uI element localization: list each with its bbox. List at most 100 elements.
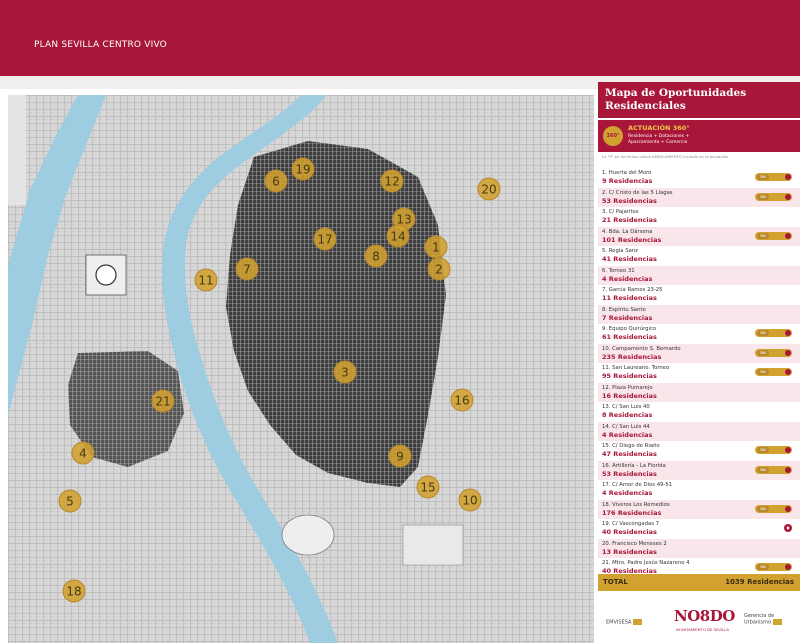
- 360-badge-label: 360: [757, 349, 769, 356]
- city-map[interactable]: 1 2 3 4 5 6 7 8 9 10 11 12 13 14 15 16 17 18 19 20 21: [8, 95, 594, 643]
- 360-badge-label: 360: [757, 369, 769, 375]
- emvisesa-logo: EMVISESA: [606, 619, 643, 626]
- marker-label: 3: [341, 366, 349, 380]
- play-icon: [785, 564, 791, 570]
- 360-badge-label: 360: [757, 505, 769, 512]
- map-marker[interactable]: 8: [364, 244, 388, 268]
- view-360-button[interactable]: 360: [755, 368, 792, 376]
- view-360-button[interactable]: 360: [755, 231, 792, 240]
- list-item[interactable]: 10. Campamento S. Bernardo 235 Residencia…: [598, 343, 800, 363]
- map-marker[interactable]: 7: [235, 257, 259, 281]
- list-item-name: 8. Espíritu Santo: [602, 306, 646, 313]
- play-icon: [785, 174, 791, 180]
- list-item[interactable]: 4. Bda. La Dársena 101 Residencias 360: [598, 226, 800, 246]
- list-item-residencias: 41 Residencias: [602, 255, 657, 263]
- list-item-residencias: 13 Residencias: [602, 547, 657, 556]
- logos-strip: EMVISESA NO8DO AYUNTAMIENTO DE SEVILLA G…: [598, 603, 800, 643]
- marker-label: 5: [66, 495, 74, 509]
- marker-label: 11: [198, 274, 213, 288]
- map-marker[interactable]: 14: [386, 224, 410, 248]
- map-marker[interactable]: 18: [62, 579, 86, 603]
- list-item[interactable]: 7. García Ramos 23-25 11 Residencias: [598, 285, 800, 305]
- panel-title: Mapa de Oportunidades Residenciales: [598, 82, 800, 118]
- map-marker[interactable]: 4: [71, 441, 95, 465]
- marker-label: 14: [390, 230, 405, 244]
- list-item[interactable]: 2. C/ Cristo de las 5 Llagas 53 Residenci…: [598, 187, 800, 207]
- play-icon: [785, 505, 791, 512]
- list-item[interactable]: 12. Plaza Pumarejo 16 Residencias: [598, 382, 800, 402]
- play-icon: [785, 369, 791, 375]
- map-marker[interactable]: 11: [194, 268, 218, 292]
- list-item-residencias: 8 Residencias: [602, 411, 653, 419]
- list-item-residencias: 7 Residencias: [602, 313, 653, 322]
- 360-badge-icon: 360°: [603, 126, 623, 146]
- 360-badge-label: 360: [757, 174, 769, 180]
- gerencia-logo-text: Gerencia de Urbanismo: [744, 613, 775, 626]
- view-360-button[interactable]: 360: [755, 192, 792, 201]
- map-marker[interactable]: 19: [291, 157, 315, 181]
- panel-title-line1: Mapa de Oportunidades: [605, 87, 747, 99]
- view-360-button[interactable]: 360: [755, 329, 792, 337]
- map-marker[interactable]: 10: [458, 488, 482, 512]
- 360-badge-label: 360: [757, 330, 769, 336]
- list-item[interactable]: 14. C/ San Luis 44 4 Residencias: [598, 421, 800, 441]
- 360-badge-label: 360: [757, 232, 769, 239]
- list-item[interactable]: 16. Artillería - La Florida 53 Residencia…: [598, 460, 800, 480]
- list-item[interactable]: 9. Equipo Quirúrgico 61 Residencias 360: [598, 324, 800, 344]
- view-360-button[interactable]: 360: [755, 563, 792, 571]
- panel-title-line2: Residenciales: [605, 100, 686, 112]
- list-item[interactable]: 5. Regla Sanz 41 Residencias: [598, 246, 800, 266]
- view-360-button[interactable]: 360: [755, 504, 792, 513]
- list-item[interactable]: 6. Torneo 31 4 Residencias: [598, 265, 800, 285]
- list-item[interactable]: 19. C/ Vascongadas 7 40 Residencias: [598, 519, 800, 539]
- actuacion-desc: Residencia + Dotaciones + Aparcamiento +…: [628, 134, 690, 145]
- list-item[interactable]: 17. C/ Amor de Dios 49-51 4 Residencias: [598, 480, 800, 500]
- map-marker[interactable]: 5: [58, 489, 82, 513]
- map-marker[interactable]: 21: [151, 389, 175, 413]
- map-marker[interactable]: 3: [333, 360, 357, 384]
- list-item[interactable]: 8. Espíritu Santo 7 Residencias: [598, 304, 800, 324]
- list-item[interactable]: 20. Francisco Meneses 2 13 Residencias: [598, 538, 800, 558]
- total-value: 1039 Residencias: [725, 578, 794, 586]
- map-marker[interactable]: 12: [380, 169, 404, 193]
- play-icon[interactable]: [784, 524, 792, 532]
- opportunity-list: 1. Huerta del Moro 9 Residencias 360 2. C/ …: [598, 168, 800, 578]
- map-marker[interactable]: 16: [450, 388, 474, 412]
- stadium-circle: [95, 264, 117, 286]
- view-360-button[interactable]: 360: [755, 173, 792, 181]
- map-marker[interactable]: 17: [313, 227, 337, 251]
- list-item[interactable]: 18. Viveros Los Remedios 176 Residencias 3…: [598, 499, 800, 519]
- view-360-button[interactable]: 360: [755, 446, 792, 454]
- view-360-button[interactable]: 360: [755, 465, 792, 474]
- map-marker[interactable]: 6: [264, 169, 288, 193]
- map-marker[interactable]: 20: [477, 177, 501, 201]
- list-item[interactable]: 13. C/ San Luis 40 8 Residencias: [598, 402, 800, 422]
- list-item[interactable]: 3. C/ Pajaritos 21 Residencias: [598, 207, 800, 227]
- actuacion-360-banner: 360° ACTUACIÓN 360° Residencia + Dotacio…: [598, 118, 800, 152]
- open-area: [402, 524, 464, 566]
- list-item-name: 17. C/ Amor de Dios 49-51: [602, 482, 673, 488]
- list-item[interactable]: 11. San Laureano. Torneo 95 Residencias 36…: [598, 363, 800, 383]
- list-item-name: 7. García Ramos 23-25: [602, 287, 663, 293]
- list-item[interactable]: 1. Huerta del Moro 9 Residencias 360: [598, 168, 800, 188]
- list-item-residencias: 4 Residencias: [602, 274, 653, 283]
- map-marker[interactable]: 15: [416, 475, 440, 499]
- list-item[interactable]: 15. C/ Diego de Riaño 47 Residencias 360: [598, 441, 800, 461]
- app-header: PLAN SEVILLA CENTRO VIVO: [0, 0, 800, 76]
- emvisesa-logo-text: EMVISESA: [606, 619, 632, 626]
- no8do-logo: NO8DO: [674, 607, 735, 625]
- list-item-name: 13. C/ San Luis 40: [602, 404, 650, 410]
- marker-label: 2: [435, 263, 443, 277]
- west-bank-area: [8, 95, 26, 205]
- map-canvas[interactable]: 123456789101112131415161718192021: [8, 95, 594, 643]
- app-title: PLAN SEVILLA CENTRO VIVO: [34, 40, 167, 50]
- 360-badge-label: 360: [757, 466, 769, 473]
- list-item-residencias: 11 Residencias: [602, 294, 657, 302]
- total-label: TOTAL: [603, 578, 628, 586]
- view-360-button[interactable]: 360: [755, 348, 792, 357]
- map-marker[interactable]: 1: [424, 235, 448, 259]
- map-marker[interactable]: 2: [427, 257, 451, 281]
- ayuntamiento-logo-text: AYUNTAMIENTO DE SEVILLA: [676, 627, 729, 632]
- map-marker[interactable]: 9: [388, 444, 412, 468]
- marker-label: 13: [396, 213, 411, 227]
